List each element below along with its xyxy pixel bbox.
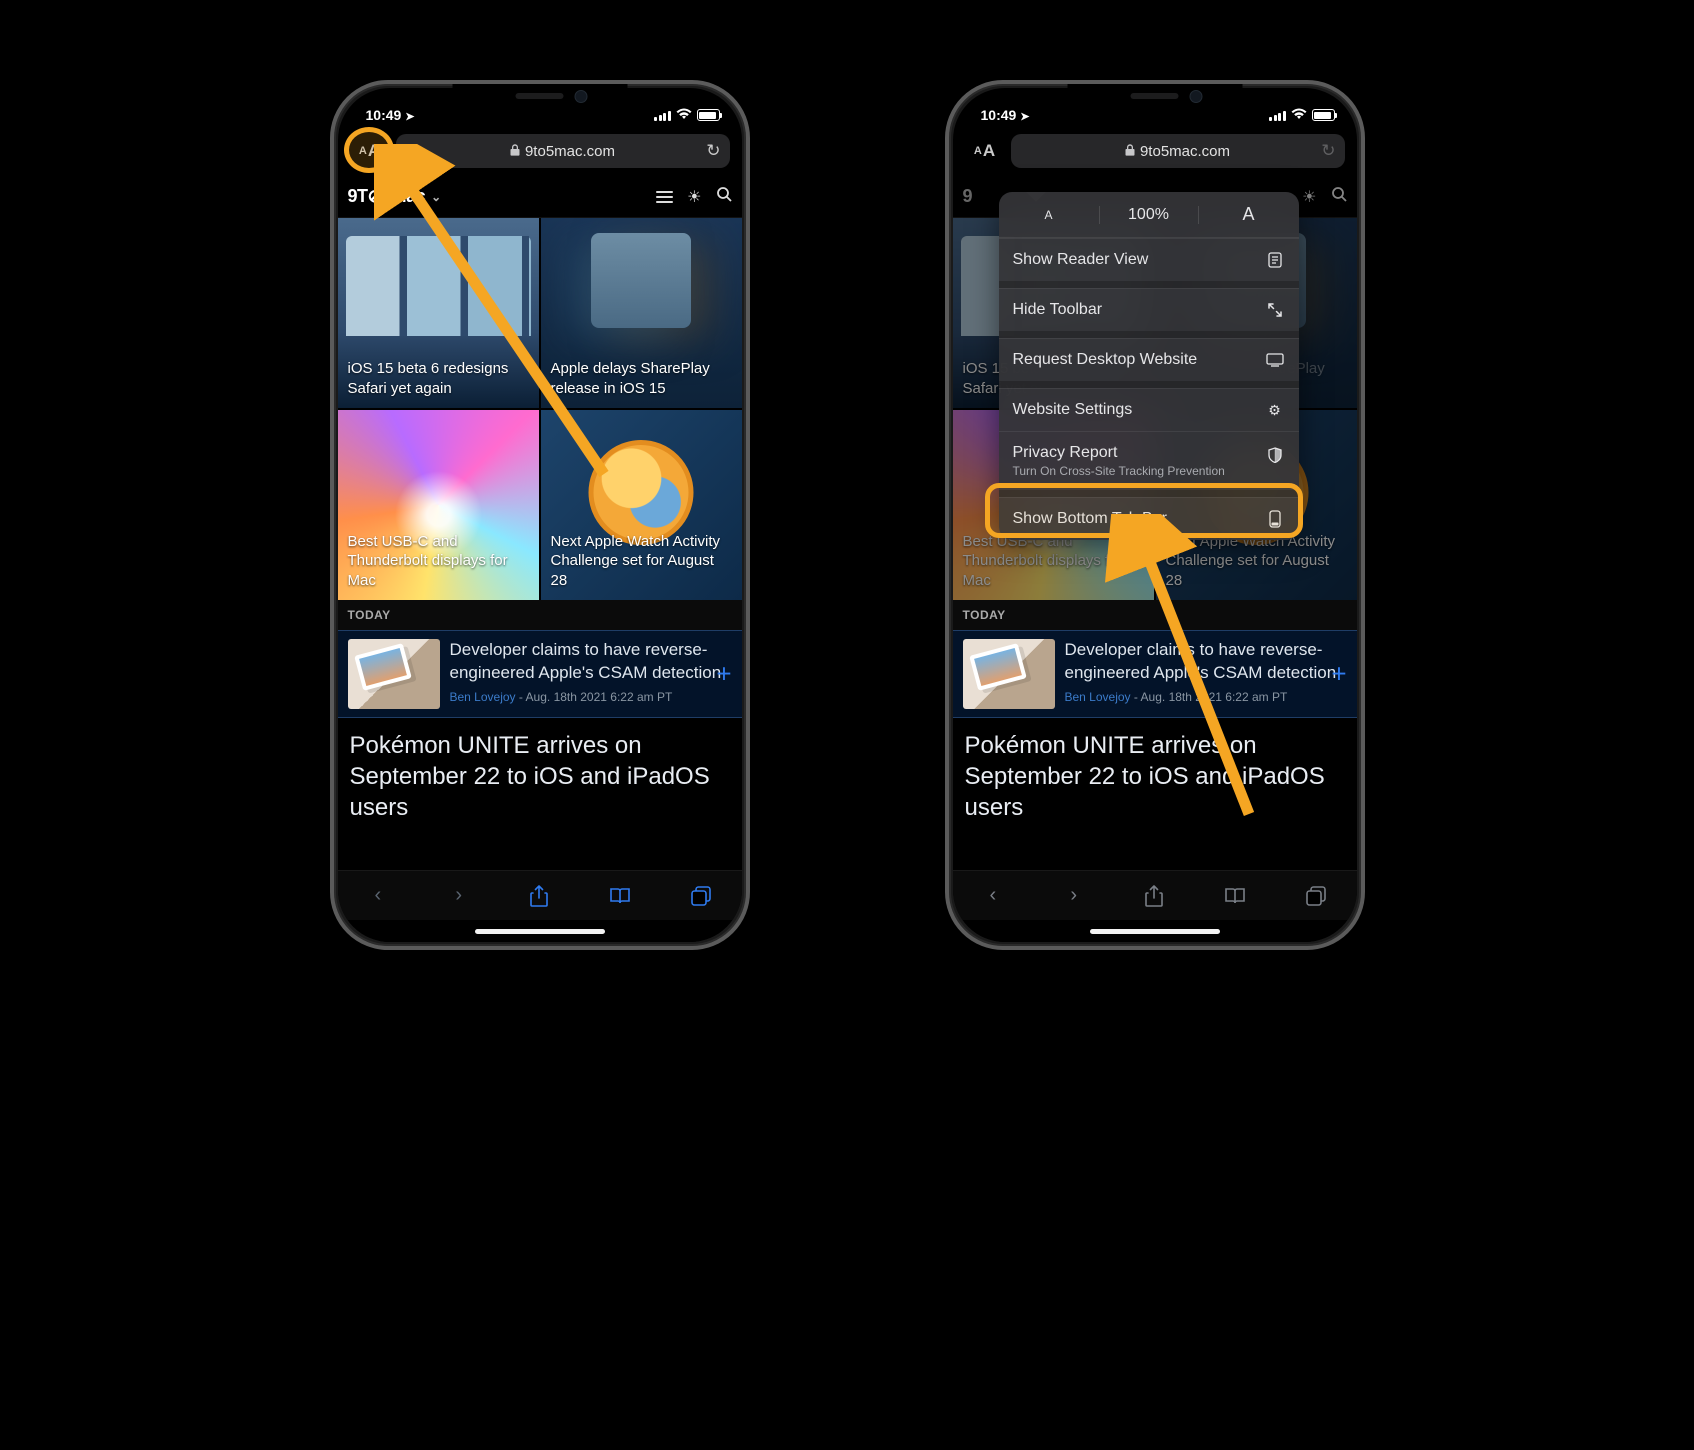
back-button[interactable]: ‹: [979, 884, 1007, 907]
bookmarks-button[interactable]: [606, 887, 634, 905]
reader-icon: [1265, 252, 1285, 268]
privacy-report-sub: Turn On Cross-Site Tracking Prevention: [1013, 464, 1225, 478]
home-indicator[interactable]: [338, 920, 742, 942]
battery-icon: [697, 109, 720, 121]
menu-request-desktop[interactable]: Request Desktop Website: [999, 338, 1299, 381]
screen: 10:49 ➤ AA 9to5mac.com ↻ 9T⊘5Mac: [338, 88, 742, 942]
zoom-in-button[interactable]: A: [1199, 204, 1299, 225]
status-right: [1269, 108, 1335, 123]
notch: [452, 84, 627, 112]
story-row[interactable]: Developer claims to have reverse-enginee…: [338, 630, 742, 718]
story-headline: Developer claims to have reverse-enginee…: [1065, 639, 1347, 685]
signal-icon: [654, 110, 671, 121]
story-text: Developer claims to have reverse-enginee…: [1065, 639, 1347, 709]
article-grid: iOS 15 beta 6 redesigns Safari yet again…: [338, 218, 742, 600]
article-tile[interactable]: Next Apple Watch Activity Challenge set …: [541, 410, 742, 600]
shield-icon: [1265, 447, 1285, 463]
site-tools: ☀: [656, 186, 731, 207]
menu-privacy-report[interactable]: Privacy Report Turn On Cross-Site Tracki…: [999, 431, 1299, 490]
gear-icon: ⚙: [1265, 402, 1285, 419]
signal-icon: [1269, 110, 1286, 121]
bookmarks-button[interactable]: [1221, 887, 1249, 905]
story-headline-large[interactable]: Pokémon UNITE arrives on September 22 to…: [338, 718, 742, 870]
story-meta: Ben Lovejoy - Aug. 18th 2021 6:22 am PT: [1065, 689, 1347, 705]
story-author[interactable]: Ben Lovejoy: [450, 690, 516, 704]
location-icon: ➤: [405, 111, 414, 123]
menu-hide-toolbar[interactable]: Hide Toolbar: [999, 288, 1299, 331]
url-text: 9to5mac.com: [525, 143, 615, 160]
status-time: 10:49 ➤: [366, 107, 415, 123]
share-button[interactable]: [525, 885, 553, 907]
zoom-row: A 100% A: [999, 192, 1299, 238]
address-bar[interactable]: 9to5mac.com ↻: [1011, 134, 1345, 168]
site-tools: ☀: [1302, 186, 1346, 207]
hamburger-icon[interactable]: [656, 191, 673, 203]
highlight-rect-bottom-tab-bar: [985, 483, 1303, 538]
site-header: 9T⊘5Mac⌄ ☀: [338, 176, 742, 218]
status-time: 10:49 ➤: [981, 107, 1030, 123]
article-tile[interactable]: Apple delays SharePlay release in iOS 15: [541, 218, 742, 408]
lock-icon: [1125, 144, 1135, 159]
site-logo[interactable]: 9T⊘5Mac⌄: [348, 186, 441, 207]
site-logo[interactable]: 9: [963, 186, 973, 207]
aa-button[interactable]: AA: [965, 135, 1005, 167]
home-indicator[interactable]: [953, 920, 1357, 942]
back-button[interactable]: ‹: [364, 884, 392, 907]
story-thumbnail: [348, 639, 440, 709]
privacy-report-label: Privacy Report: [1013, 444, 1225, 462]
desktop-icon: [1265, 353, 1285, 367]
story-meta: Ben Lovejoy - Aug. 18th 2021 6:22 am PT: [450, 689, 732, 705]
story-row[interactable]: Developer claims to have reverse-enginee…: [953, 630, 1357, 718]
phone-left: 10:49 ➤ AA 9to5mac.com ↻ 9T⊘5Mac: [330, 80, 750, 950]
forward-button[interactable]: ›: [1060, 884, 1088, 907]
today-heading: TODAY: [953, 600, 1357, 630]
wifi-icon: [676, 108, 692, 123]
zoom-level: 100%: [1099, 206, 1199, 224]
menu-separator: [999, 281, 1299, 288]
reload-icon[interactable]: ↻: [706, 141, 720, 161]
zoom-out-button[interactable]: A: [999, 208, 1099, 222]
phone-right: 10:49 ➤ AA 9to5mac.com ↻: [945, 80, 1365, 950]
battery-icon: [1312, 109, 1335, 121]
address-bar[interactable]: 9to5mac.com ↻: [396, 134, 730, 168]
address-bar-row: AA 9to5mac.com ↻: [953, 128, 1357, 176]
story-author[interactable]: Ben Lovejoy: [1065, 690, 1131, 704]
tabs-button[interactable]: [687, 886, 715, 906]
menu-separator: [999, 331, 1299, 338]
story-headline: Developer claims to have reverse-enginee…: [450, 639, 732, 685]
location-icon: ➤: [1020, 111, 1029, 123]
add-story-button[interactable]: +: [1331, 659, 1346, 690]
story-text: Developer claims to have reverse-enginee…: [450, 639, 732, 709]
chevron-down-icon: ⌄: [431, 190, 441, 204]
article-tile[interactable]: iOS 15 beta 6 redesigns Safari yet again: [338, 218, 539, 408]
today-heading: TODAY: [338, 600, 742, 630]
reload-icon[interactable]: ↻: [1321, 141, 1335, 161]
wifi-icon: [1291, 108, 1307, 123]
safari-toolbar: ‹ ›: [338, 870, 742, 920]
lock-icon: [510, 144, 520, 159]
article-tile[interactable]: Best USB-C and Thunderbolt displays for …: [338, 410, 539, 600]
status-right: [654, 108, 720, 123]
story-thumbnail: [963, 639, 1055, 709]
menu-separator: [999, 381, 1299, 388]
search-icon[interactable]: [716, 186, 732, 207]
menu-show-reader[interactable]: Show Reader View: [999, 238, 1299, 281]
brightness-icon[interactable]: ☀: [1302, 187, 1316, 207]
brightness-icon[interactable]: ☀: [687, 187, 701, 207]
expand-icon: [1265, 303, 1285, 317]
forward-button[interactable]: ›: [445, 884, 473, 907]
search-icon[interactable]: [1331, 186, 1347, 207]
safari-toolbar: ‹ ›: [953, 870, 1357, 920]
add-story-button[interactable]: +: [716, 659, 731, 690]
url-text: 9to5mac.com: [1140, 143, 1230, 160]
highlight-circle-aa-button: [344, 127, 394, 173]
share-button[interactable]: [1140, 885, 1168, 907]
story-headline-large[interactable]: Pokémon UNITE arrives on September 22 to…: [953, 718, 1357, 870]
menu-website-settings[interactable]: Website Settings ⚙: [999, 388, 1299, 431]
notch: [1067, 84, 1242, 112]
address-bar-row: AA 9to5mac.com ↻: [338, 128, 742, 176]
tabs-button[interactable]: [1302, 886, 1330, 906]
